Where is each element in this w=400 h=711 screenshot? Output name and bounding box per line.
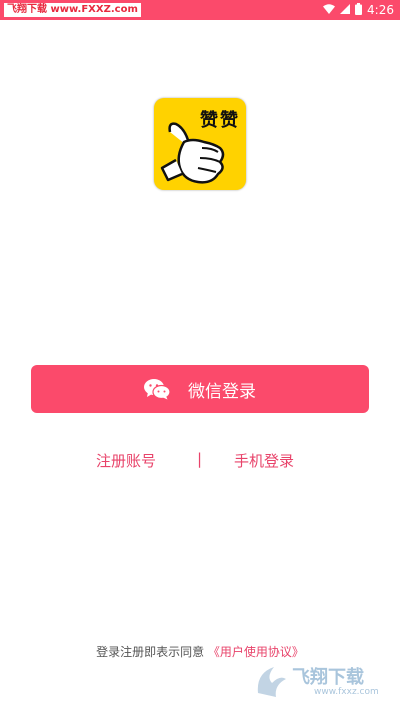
wifi-icon <box>323 3 336 17</box>
watermark-logo-icon <box>257 667 286 697</box>
link-separator: | <box>197 450 203 468</box>
register-link[interactable]: 注册账号 <box>96 450 156 471</box>
watermark-label: 飞翔下载 www.FXXZ.com <box>4 3 141 17</box>
status-icons: 4:26 <box>323 0 394 20</box>
battery-icon <box>355 2 363 18</box>
watermark-url: www.fxxz.com <box>314 687 379 697</box>
wechat-icon <box>144 378 171 400</box>
watermark-title: 飞翔下载 <box>292 667 364 688</box>
agreement-prefix: 登录注册即表示同意 <box>96 645 205 659</box>
status-bar: 飞翔下载 www.FXXZ.com 4:26 <box>0 0 400 20</box>
signal-icon <box>340 3 351 17</box>
wechat-login-button[interactable]: 微信登录 <box>31 365 369 413</box>
alt-login-links: 注册账号 | 手机登录 <box>0 450 400 470</box>
wechat-login-label: 微信登录 <box>188 381 256 402</box>
phone-login-link[interactable]: 手机登录 <box>234 450 294 471</box>
login-screen: 飞翔下载 www.FXXZ.com 4:26 赞赞 微信登录 注册账号 | 手机… <box>0 0 400 711</box>
app-logo: 赞赞 <box>154 98 246 190</box>
thumbs-up-icon <box>160 122 225 184</box>
corner-watermark: 飞翔下载 www.fxxz.com <box>252 657 392 705</box>
clock: 4:26 <box>367 3 394 17</box>
